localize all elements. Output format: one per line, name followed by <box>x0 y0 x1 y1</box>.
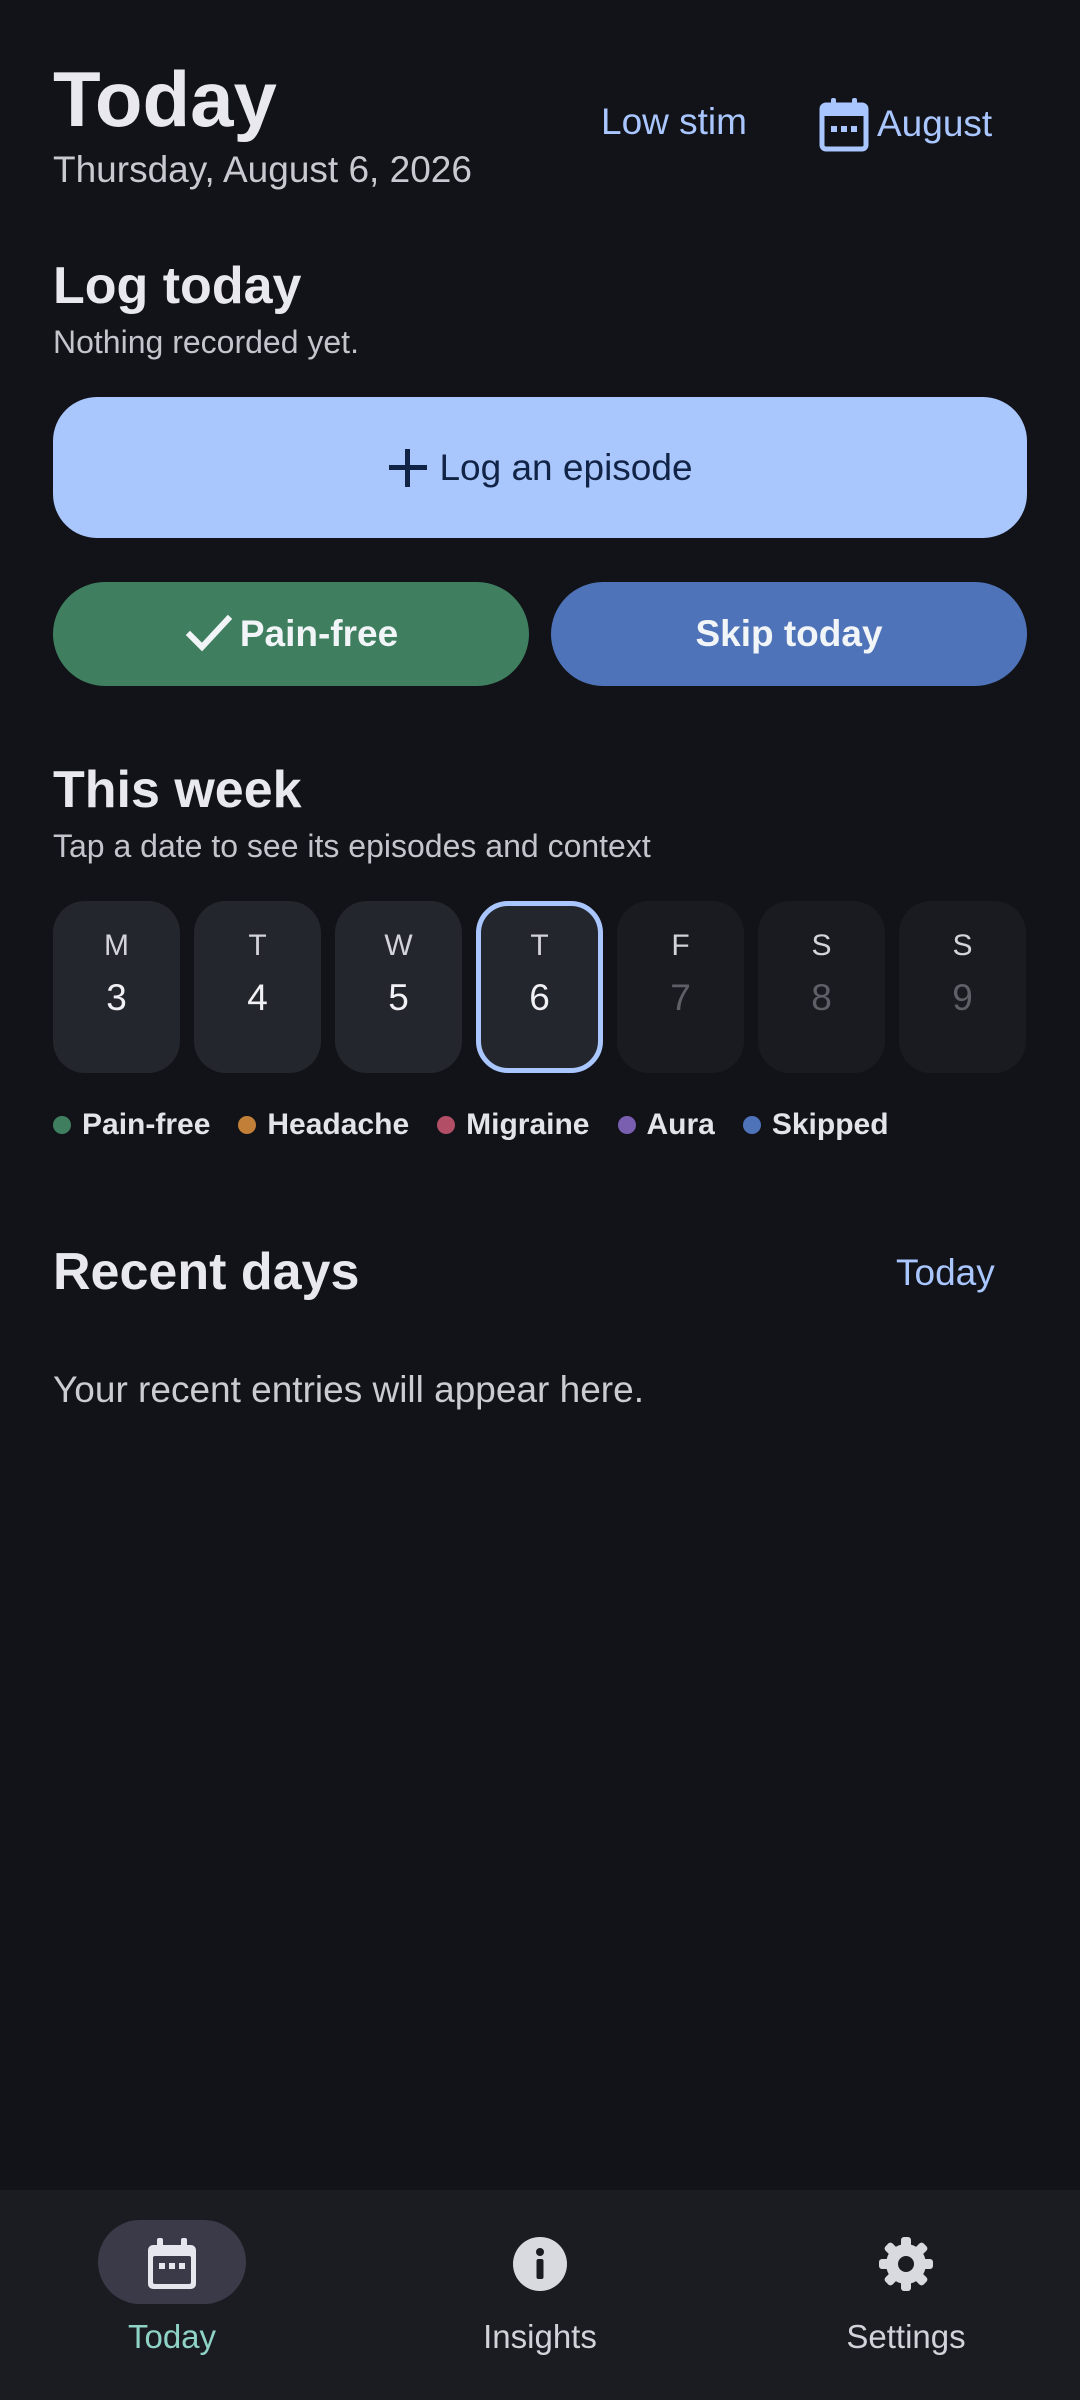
legend-item: Aura <box>617 1108 715 1142</box>
day-letter: M <box>104 929 129 962</box>
log-episode-label: Log an episode <box>439 446 693 488</box>
day-number: 6 <box>529 977 550 1018</box>
nav-label: Today <box>127 2318 217 2355</box>
legend-item: Migraine <box>437 1108 590 1142</box>
calendar-icon <box>148 2238 196 2289</box>
page-title: Today <box>53 55 277 143</box>
day-cell[interactable]: S 8 <box>758 901 885 1073</box>
legend-item: Skipped <box>742 1108 889 1142</box>
this-week-title: This week <box>53 761 302 819</box>
day-number: 9 <box>952 977 973 1018</box>
nav-today[interactable]: Today <box>22 2190 322 2400</box>
day-cell[interactable]: M 3 <box>53 901 180 1073</box>
bottom-nav: Today Insights Settings <box>0 2190 1080 2400</box>
day-letter: W <box>384 929 413 962</box>
month-label: August <box>877 103 993 144</box>
current-date: Thursday, August 6, 2026 <box>53 149 472 190</box>
month-button[interactable]: August <box>819 96 992 152</box>
skip-today-label: Skip today <box>695 613 883 654</box>
skip-today-button[interactable]: Skip today <box>551 582 1027 686</box>
day-cell[interactable]: S 9 <box>899 901 1026 1073</box>
day-cell-selected[interactable]: T 6 <box>476 901 603 1073</box>
day-number: 8 <box>811 977 832 1018</box>
checkmark-icon <box>185 614 233 652</box>
nav-label: Settings <box>846 2318 966 2355</box>
nav-insights[interactable]: Insights <box>390 2190 690 2400</box>
pain-free-button[interactable]: Pain-free <box>53 582 529 686</box>
day-letter: S <box>952 929 973 962</box>
gear-icon <box>879 2237 933 2291</box>
legend-label: Skipped <box>771 1108 889 1141</box>
log-episode-button[interactable]: Log an episode <box>53 397 1027 538</box>
pain-free-label: Pain-free <box>239 613 399 654</box>
legend-label: Migraine <box>466 1108 590 1141</box>
legend-dot <box>742 1116 761 1134</box>
legend-label: Aura <box>646 1108 715 1141</box>
legend-dot <box>238 1116 257 1134</box>
legend-label: Pain-free <box>82 1108 211 1141</box>
calendar-icon <box>819 98 869 152</box>
today-link[interactable]: Today <box>896 1250 995 1296</box>
nav-label: Insights <box>483 2318 597 2355</box>
day-letter: S <box>811 929 832 962</box>
legend-item: Pain-free <box>53 1108 210 1142</box>
plus-icon <box>389 448 428 487</box>
legend-dot <box>617 1116 636 1134</box>
day-letter: T <box>248 929 267 962</box>
low-stim-button[interactable]: Low stim <box>601 100 747 144</box>
legend: Pain-free Headache Migraine Aura Skipped <box>53 1105 917 1145</box>
day-number: 5 <box>388 977 409 1018</box>
day-letter: F <box>671 929 690 962</box>
legend-label: Headache <box>267 1108 410 1141</box>
legend-item: Headache <box>238 1108 409 1142</box>
this-week-subtitle: Tap a date to see its episodes and conte… <box>53 828 651 864</box>
day-number: 4 <box>247 977 268 1018</box>
log-today-subtitle: Nothing recorded yet. <box>53 324 359 360</box>
day-number: 3 <box>106 977 127 1018</box>
legend-dot <box>53 1116 71 1134</box>
day-cell[interactable]: F 7 <box>617 901 744 1073</box>
nav-settings[interactable]: Settings <box>756 2190 1056 2400</box>
day-letter: T <box>530 929 549 962</box>
info-icon <box>513 2237 567 2291</box>
recent-empty-text: Your recent entries will appear here. <box>53 1369 644 1410</box>
day-cell[interactable]: W 5 <box>335 901 462 1073</box>
day-cell[interactable]: T 4 <box>194 901 321 1073</box>
day-number: 7 <box>670 977 691 1018</box>
header: Today Thursday, August 6, 2026 Low stim … <box>53 54 1027 204</box>
legend-dot <box>437 1116 456 1134</box>
week-strip: M 3 T 4 W 5 T 6 F 7 S 8 S 9 <box>53 901 1027 1073</box>
log-today-title: Log today <box>53 257 302 315</box>
recent-days-title: Recent days <box>53 1243 360 1301</box>
